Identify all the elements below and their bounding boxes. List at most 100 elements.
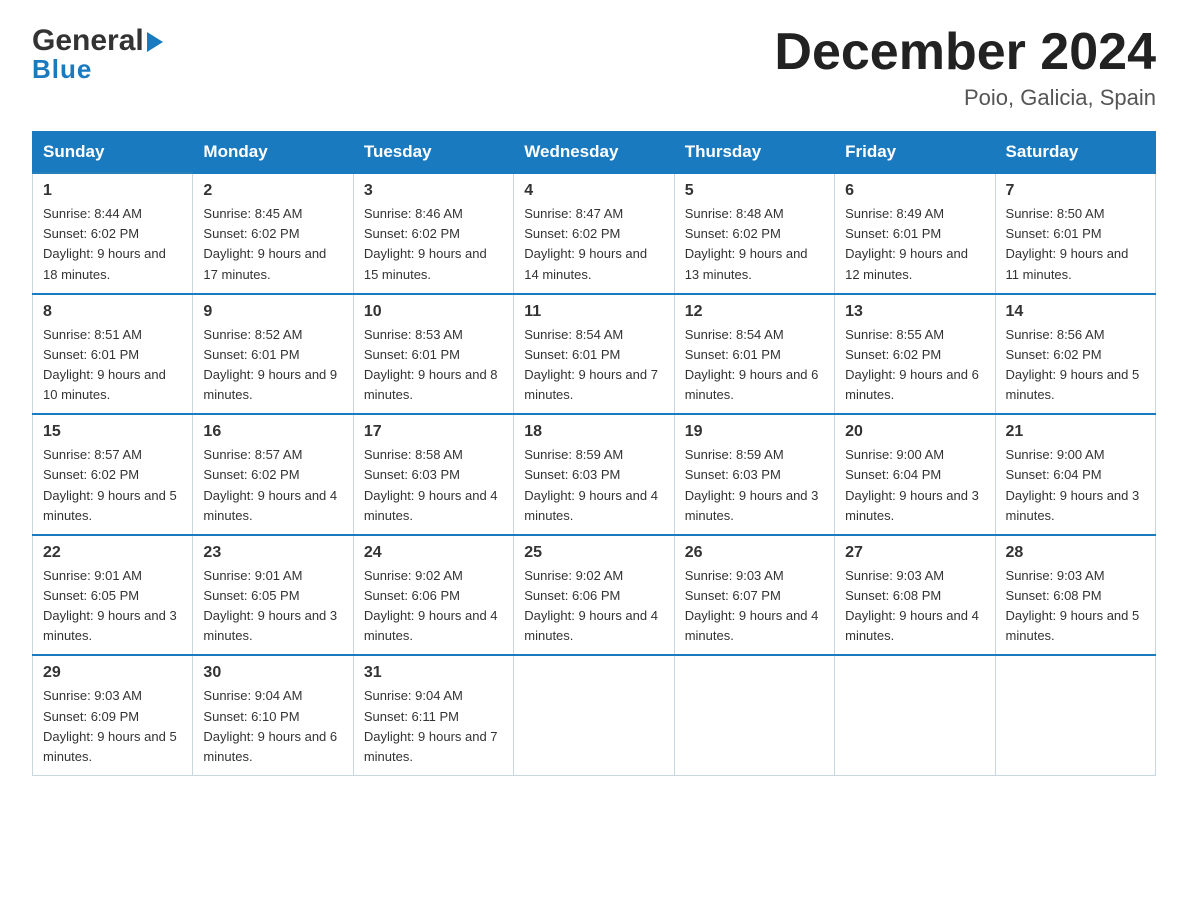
weekday-header-cell: Thursday [674,132,834,174]
calendar-week-row: 15 Sunrise: 8:57 AMSunset: 6:02 PMDaylig… [33,414,1156,535]
calendar-title-area: December 2024 Poio, Galicia, Spain [774,24,1156,111]
day-number: 11 [524,303,663,321]
calendar-day-cell: 6 Sunrise: 8:49 AMSunset: 6:01 PMDayligh… [835,173,995,294]
day-number: 15 [43,423,182,441]
day-number: 8 [43,303,182,321]
calendar-week-row: 8 Sunrise: 8:51 AMSunset: 6:01 PMDayligh… [33,294,1156,415]
day-info: Sunrise: 9:03 AMSunset: 6:09 PMDaylight:… [43,686,182,767]
day-info: Sunrise: 9:01 AMSunset: 6:05 PMDaylight:… [43,566,182,647]
day-info: Sunrise: 9:02 AMSunset: 6:06 PMDaylight:… [524,566,663,647]
weekday-header-cell: Saturday [995,132,1155,174]
day-info: Sunrise: 8:56 AMSunset: 6:02 PMDaylight:… [1006,325,1145,406]
day-number: 30 [203,664,342,682]
month-title: December 2024 [774,24,1156,81]
calendar-day-cell: 3 Sunrise: 8:46 AMSunset: 6:02 PMDayligh… [353,173,513,294]
day-number: 7 [1006,182,1145,200]
day-info: Sunrise: 8:47 AMSunset: 6:02 PMDaylight:… [524,204,663,285]
day-number: 12 [685,303,824,321]
calendar-day-cell [674,655,834,775]
day-info: Sunrise: 8:58 AMSunset: 6:03 PMDaylight:… [364,445,503,526]
day-number: 23 [203,544,342,562]
calendar-day-cell: 11 Sunrise: 8:54 AMSunset: 6:01 PMDaylig… [514,294,674,415]
day-info: Sunrise: 9:03 AMSunset: 6:08 PMDaylight:… [1006,566,1145,647]
logo: General Blue [32,24,163,85]
calendar-day-cell: 30 Sunrise: 9:04 AMSunset: 6:10 PMDaylig… [193,655,353,775]
day-info: Sunrise: 8:53 AMSunset: 6:01 PMDaylight:… [364,325,503,406]
day-number: 18 [524,423,663,441]
calendar-day-cell: 22 Sunrise: 9:01 AMSunset: 6:05 PMDaylig… [33,535,193,656]
day-number: 20 [845,423,984,441]
calendar-day-cell: 7 Sunrise: 8:50 AMSunset: 6:01 PMDayligh… [995,173,1155,294]
day-number: 29 [43,664,182,682]
day-number: 6 [845,182,984,200]
day-info: Sunrise: 9:00 AMSunset: 6:04 PMDaylight:… [1006,445,1145,526]
day-info: Sunrise: 8:44 AMSunset: 6:02 PMDaylight:… [43,204,182,285]
calendar-day-cell: 20 Sunrise: 9:00 AMSunset: 6:04 PMDaylig… [835,414,995,535]
day-info: Sunrise: 9:03 AMSunset: 6:08 PMDaylight:… [845,566,984,647]
calendar-day-cell: 25 Sunrise: 9:02 AMSunset: 6:06 PMDaylig… [514,535,674,656]
page-header: General Blue December 2024 Poio, Galicia… [32,24,1156,111]
calendar-day-cell: 31 Sunrise: 9:04 AMSunset: 6:11 PMDaylig… [353,655,513,775]
calendar-day-cell [835,655,995,775]
day-info: Sunrise: 8:50 AMSunset: 6:01 PMDaylight:… [1006,204,1145,285]
day-number: 14 [1006,303,1145,321]
day-info: Sunrise: 8:45 AMSunset: 6:02 PMDaylight:… [203,204,342,285]
day-info: Sunrise: 8:54 AMSunset: 6:01 PMDaylight:… [524,325,663,406]
weekday-header-cell: Monday [193,132,353,174]
day-number: 16 [203,423,342,441]
day-number: 24 [364,544,503,562]
day-info: Sunrise: 8:52 AMSunset: 6:01 PMDaylight:… [203,325,342,406]
day-info: Sunrise: 8:55 AMSunset: 6:02 PMDaylight:… [845,325,984,406]
day-info: Sunrise: 9:03 AMSunset: 6:07 PMDaylight:… [685,566,824,647]
day-number: 26 [685,544,824,562]
day-number: 1 [43,182,182,200]
day-number: 22 [43,544,182,562]
day-number: 5 [685,182,824,200]
calendar-day-cell: 4 Sunrise: 8:47 AMSunset: 6:02 PMDayligh… [514,173,674,294]
day-number: 17 [364,423,503,441]
calendar-table: SundayMondayTuesdayWednesdayThursdayFrid… [32,131,1156,776]
day-number: 25 [524,544,663,562]
logo-blue: Blue [32,54,92,85]
location-subtitle: Poio, Galicia, Spain [774,85,1156,111]
calendar-day-cell: 12 Sunrise: 8:54 AMSunset: 6:01 PMDaylig… [674,294,834,415]
day-info: Sunrise: 8:57 AMSunset: 6:02 PMDaylight:… [43,445,182,526]
day-number: 21 [1006,423,1145,441]
day-info: Sunrise: 8:59 AMSunset: 6:03 PMDaylight:… [524,445,663,526]
calendar-day-cell: 9 Sunrise: 8:52 AMSunset: 6:01 PMDayligh… [193,294,353,415]
calendar-day-cell: 29 Sunrise: 9:03 AMSunset: 6:09 PMDaylig… [33,655,193,775]
calendar-day-cell: 17 Sunrise: 8:58 AMSunset: 6:03 PMDaylig… [353,414,513,535]
day-info: Sunrise: 8:57 AMSunset: 6:02 PMDaylight:… [203,445,342,526]
calendar-day-cell: 16 Sunrise: 8:57 AMSunset: 6:02 PMDaylig… [193,414,353,535]
day-number: 27 [845,544,984,562]
day-number: 3 [364,182,503,200]
calendar-day-cell: 13 Sunrise: 8:55 AMSunset: 6:02 PMDaylig… [835,294,995,415]
weekday-header-cell: Wednesday [514,132,674,174]
day-info: Sunrise: 8:59 AMSunset: 6:03 PMDaylight:… [685,445,824,526]
logo-arrow-icon [147,32,163,52]
weekday-header-cell: Tuesday [353,132,513,174]
calendar-day-cell: 5 Sunrise: 8:48 AMSunset: 6:02 PMDayligh… [674,173,834,294]
logo-general: General [32,24,144,58]
calendar-day-cell: 8 Sunrise: 8:51 AMSunset: 6:01 PMDayligh… [33,294,193,415]
calendar-day-cell: 28 Sunrise: 9:03 AMSunset: 6:08 PMDaylig… [995,535,1155,656]
day-number: 4 [524,182,663,200]
day-info: Sunrise: 9:04 AMSunset: 6:11 PMDaylight:… [364,686,503,767]
calendar-day-cell: 24 Sunrise: 9:02 AMSunset: 6:06 PMDaylig… [353,535,513,656]
calendar-day-cell: 15 Sunrise: 8:57 AMSunset: 6:02 PMDaylig… [33,414,193,535]
calendar-day-cell [995,655,1155,775]
calendar-week-row: 1 Sunrise: 8:44 AMSunset: 6:02 PMDayligh… [33,173,1156,294]
calendar-day-cell: 1 Sunrise: 8:44 AMSunset: 6:02 PMDayligh… [33,173,193,294]
calendar-day-cell: 26 Sunrise: 9:03 AMSunset: 6:07 PMDaylig… [674,535,834,656]
day-number: 28 [1006,544,1145,562]
calendar-day-cell: 19 Sunrise: 8:59 AMSunset: 6:03 PMDaylig… [674,414,834,535]
calendar-day-cell [514,655,674,775]
weekday-header-row: SundayMondayTuesdayWednesdayThursdayFrid… [33,132,1156,174]
calendar-day-cell: 21 Sunrise: 9:00 AMSunset: 6:04 PMDaylig… [995,414,1155,535]
calendar-day-cell: 2 Sunrise: 8:45 AMSunset: 6:02 PMDayligh… [193,173,353,294]
day-info: Sunrise: 8:48 AMSunset: 6:02 PMDaylight:… [685,204,824,285]
calendar-body: 1 Sunrise: 8:44 AMSunset: 6:02 PMDayligh… [33,173,1156,775]
day-info: Sunrise: 9:04 AMSunset: 6:10 PMDaylight:… [203,686,342,767]
day-info: Sunrise: 9:01 AMSunset: 6:05 PMDaylight:… [203,566,342,647]
day-info: Sunrise: 8:54 AMSunset: 6:01 PMDaylight:… [685,325,824,406]
